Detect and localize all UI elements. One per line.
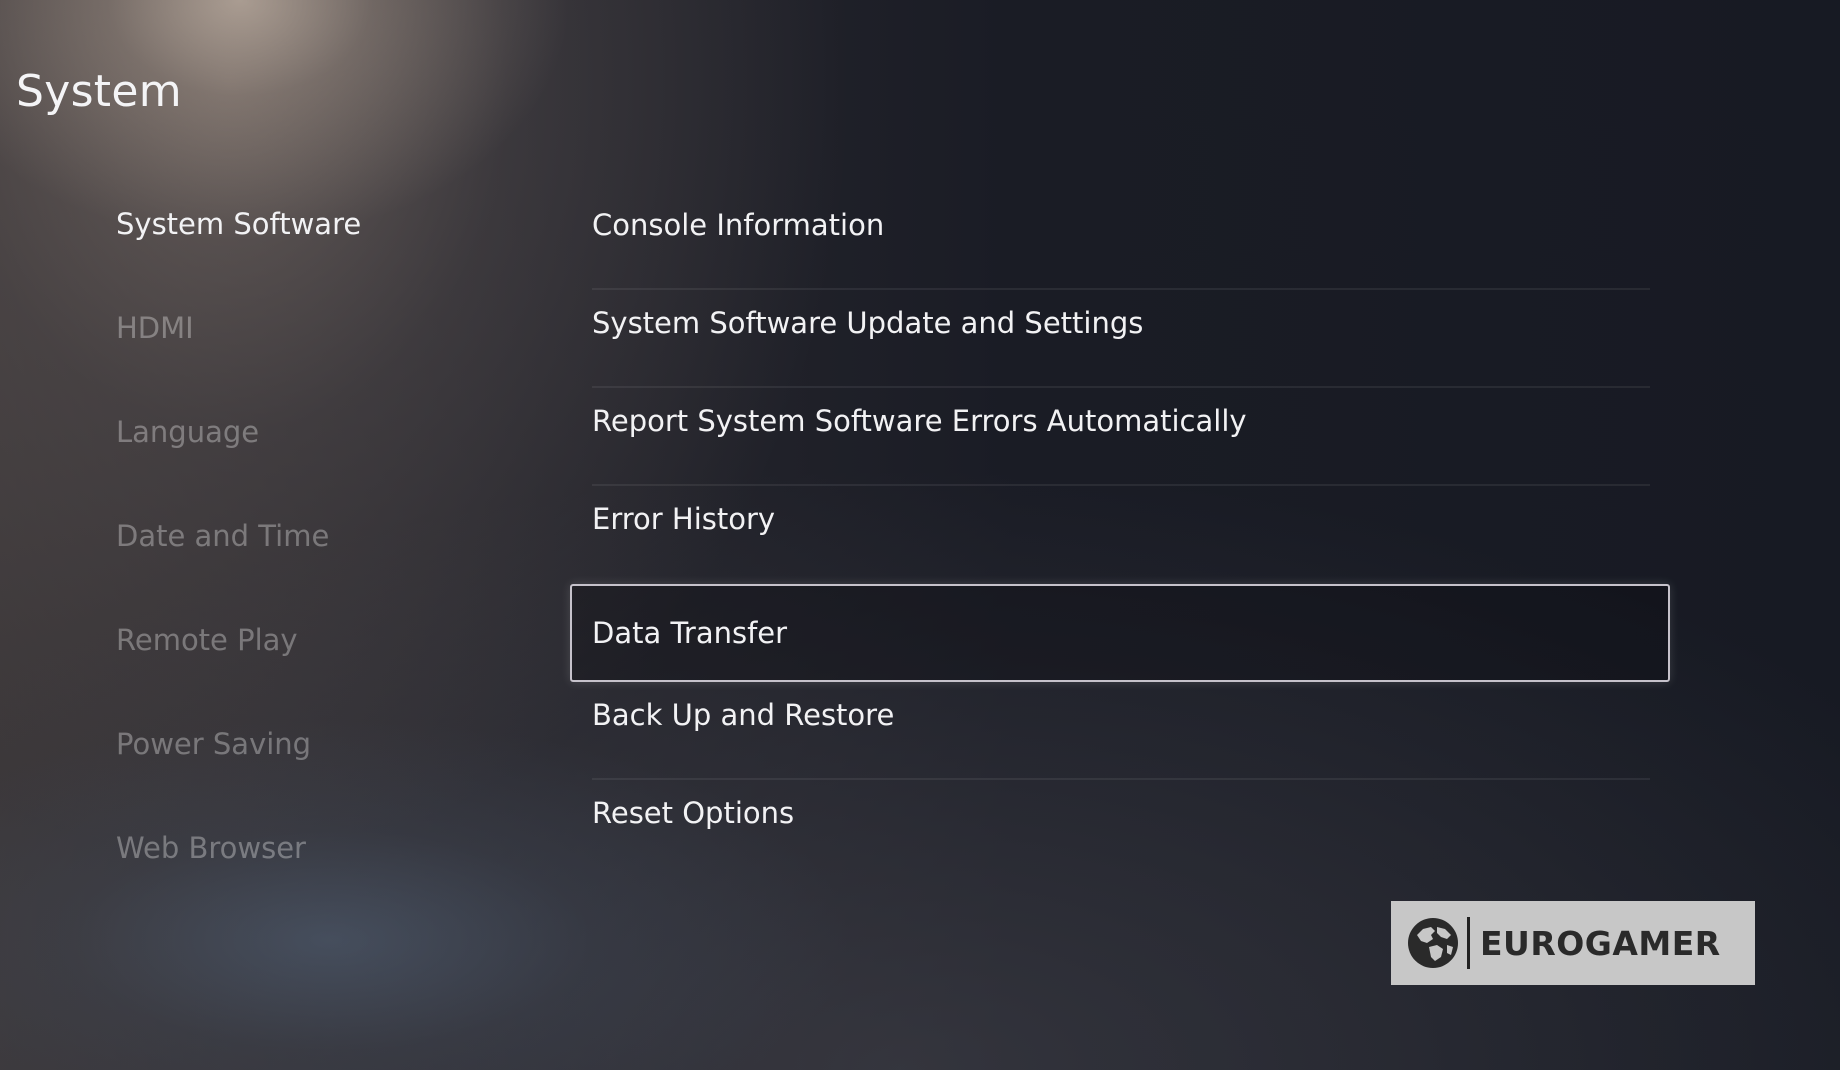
sidebar-item-system-software[interactable]: System Software: [116, 196, 361, 300]
menu-item-data-transfer[interactable]: Data Transfer: [570, 584, 1670, 682]
eurogamer-watermark: EUROGAMER: [1391, 901, 1755, 985]
sidebar-item-date-and-time[interactable]: Date and Time: [116, 508, 361, 612]
menu-item-system-software-update[interactable]: System Software Update and Settings: [570, 290, 1670, 388]
globe-icon: [1408, 918, 1458, 968]
sidebar-item-web-browser[interactable]: Web Browser: [116, 820, 361, 924]
watermark-divider: [1467, 917, 1470, 969]
menu-item-error-history[interactable]: Error History: [570, 486, 1670, 584]
menu-item-back-up-and-restore[interactable]: Back Up and Restore: [570, 682, 1670, 780]
sidebar-item-language[interactable]: Language: [116, 404, 361, 508]
menu-item-report-errors[interactable]: Report System Software Errors Automatica…: [570, 388, 1670, 486]
menu-item-console-information[interactable]: Console Information: [570, 192, 1670, 290]
sidebar-item-remote-play[interactable]: Remote Play: [116, 612, 361, 716]
page-title: System: [16, 66, 182, 117]
menu-item-reset-options[interactable]: Reset Options: [570, 780, 1670, 878]
sidebar-item-power-saving[interactable]: Power Saving: [116, 716, 361, 820]
sidebar-item-hdmi[interactable]: HDMI: [116, 300, 361, 404]
watermark-text: EUROGAMER: [1480, 923, 1721, 963]
settings-sidebar: System Software HDMI Language Date and T…: [116, 196, 361, 924]
system-software-menu: Console Information System Software Upda…: [570, 192, 1670, 878]
